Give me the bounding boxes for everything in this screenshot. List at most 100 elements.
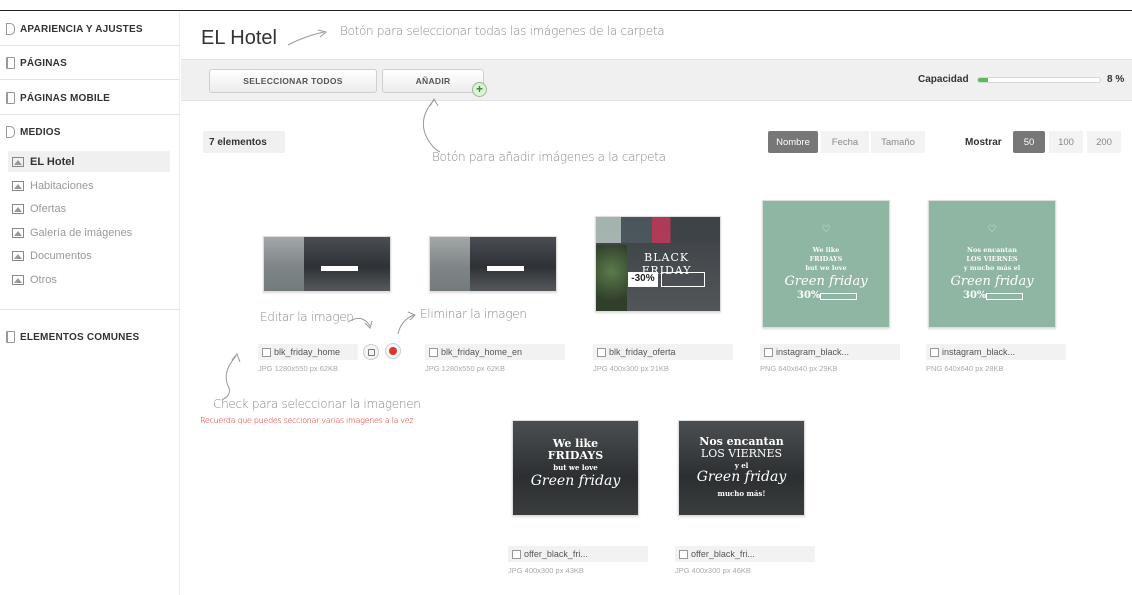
thumbnail-line: y mucho más el bbox=[963, 264, 1021, 272]
annotation-delete: Eliminar la imagen bbox=[420, 307, 527, 321]
thumbnail-script: Green friday bbox=[950, 274, 1034, 290]
offer-percent: -30% bbox=[628, 271, 658, 288]
file-meta: PNG 640x640 px 29KB bbox=[760, 364, 838, 373]
page-title: EL Hotel bbox=[201, 27, 277, 49]
select-checkbox[interactable] bbox=[512, 549, 521, 559]
sidebar: APARIENCIA Y AJUSTES PÁGINAS PÁGINAS MOB… bbox=[0, 11, 180, 595]
show-50[interactable]: 50 bbox=[1013, 131, 1045, 153]
annotation-edit: Editar la imagen bbox=[260, 310, 354, 324]
sidebar-item-documentos[interactable]: Documentos bbox=[8, 245, 170, 266]
media-manager: APARIENCIA Y AJUSTES PÁGINAS PÁGINAS MOB… bbox=[0, 0, 1132, 595]
image-thumbnail[interactable]: ♡ Nos encantan LOS VIERNES y mucho más e… bbox=[928, 200, 1056, 328]
image-folder-icon bbox=[12, 274, 24, 285]
file-label: offer_black_fri... bbox=[508, 546, 648, 562]
select-checkbox[interactable] bbox=[764, 347, 773, 357]
items-count: 7 elementos bbox=[203, 131, 285, 153]
image-folder-icon bbox=[12, 250, 24, 261]
image-folder-icon bbox=[12, 203, 24, 214]
sidebar-item-ofertas[interactable]: Ofertas bbox=[8, 198, 170, 219]
file-label: instagram_black... bbox=[926, 344, 1066, 360]
annotation-add: Botón para añadir imágenes a la carpeta bbox=[432, 150, 666, 164]
thumbnail-line: but we love bbox=[805, 264, 847, 272]
thumbnail-line: Nos encantan bbox=[967, 246, 1017, 255]
show-label: Mostrar bbox=[965, 137, 1002, 148]
thumbnail-line: We like bbox=[812, 246, 840, 255]
sort-by-size[interactable]: Tamaño bbox=[871, 131, 925, 153]
image-folder-icon bbox=[12, 156, 24, 167]
edit-icon bbox=[367, 348, 375, 356]
image-thumbnail[interactable]: BLACK FRIDAY -30% bbox=[595, 216, 721, 312]
sidebar-section-paginas-mobile[interactable]: PÁGINAS MOBILE bbox=[6, 92, 110, 104]
banner-band bbox=[320, 266, 359, 272]
capacity-label: Capacidad bbox=[918, 74, 969, 85]
common-elements-icon bbox=[6, 331, 15, 343]
toolbar: SELECCIONAR TODOS AÑADIR + Capacidad 8 % bbox=[181, 59, 1132, 101]
file-label: blk_friday_home_en bbox=[425, 344, 565, 360]
file-label: instagram_black... bbox=[760, 344, 900, 360]
select-all-button[interactable]: SELECCIONAR TODOS bbox=[209, 69, 377, 93]
divider bbox=[0, 79, 180, 80]
image-folder-icon bbox=[12, 180, 24, 191]
file-meta: JPG 400x300 px 43KB bbox=[508, 566, 584, 575]
file-meta: PNG 640x640 px 28KB bbox=[926, 364, 1004, 373]
sidebar-item-otros[interactable]: Otros bbox=[8, 269, 170, 290]
image-folder-icon bbox=[12, 227, 24, 238]
thumbnail-percent: 30% bbox=[797, 290, 821, 302]
brand-logo-icon: ♡ bbox=[821, 223, 831, 235]
offer-rect bbox=[819, 292, 858, 300]
image-thumbnail[interactable]: Nos encantan LOS VIERNES y el Green frid… bbox=[678, 420, 805, 516]
sidebar-item-galeria[interactable]: Galería de imágenes bbox=[8, 222, 170, 243]
sort-by-date[interactable]: Fecha bbox=[821, 131, 869, 153]
select-checkbox[interactable] bbox=[262, 347, 271, 357]
sidebar-section-medios[interactable]: MEDIOS bbox=[6, 126, 61, 138]
annotation-remember: Recuerda que puedes seccionar varias ima… bbox=[200, 416, 414, 425]
file-meta: JPG 1280x550 px 62KB bbox=[258, 364, 339, 373]
sidebar-section-elementos-comunes[interactable]: ELEMENTOS COMUNES bbox=[6, 331, 139, 343]
image-thumbnail[interactable] bbox=[429, 236, 557, 292]
show-200[interactable]: 200 bbox=[1087, 131, 1121, 153]
offer-line bbox=[660, 271, 706, 288]
annotation-check: Check para seleccionar la imagenen bbox=[213, 397, 421, 411]
capacity-bar bbox=[977, 77, 1101, 83]
thumbnail-line: LOS VIERNES bbox=[966, 255, 1018, 264]
image-thumbnail[interactable]: We like FRIDAYS but we love Green friday bbox=[512, 420, 639, 516]
delete-icon bbox=[389, 347, 397, 355]
brand-logo-icon: ♡ bbox=[987, 223, 997, 235]
sidebar-section-paginas[interactable]: PÁGINAS bbox=[6, 57, 67, 69]
sidebar-item-el-hotel[interactable]: EL Hotel bbox=[8, 151, 170, 172]
thumbnail-percent: 30% bbox=[963, 290, 987, 302]
add-plus-icon[interactable]: + bbox=[472, 82, 487, 97]
divider bbox=[0, 309, 180, 310]
mobile-icon bbox=[6, 92, 15, 104]
thumbnail-script: Green friday bbox=[696, 468, 787, 485]
file-meta: JPG 400x300 px 21KB bbox=[593, 364, 669, 373]
wall-stripes bbox=[596, 217, 720, 244]
file-label: blk_friday_oferta bbox=[593, 344, 733, 360]
thumbnail-line: but we love bbox=[553, 463, 598, 473]
sidebar-section-apariencia[interactable]: APARIENCIA Y AJUSTES bbox=[6, 23, 143, 35]
thumbnail-line: mucho más! bbox=[717, 488, 766, 498]
delete-image-button[interactable] bbox=[385, 343, 401, 359]
image-thumbnail[interactable] bbox=[263, 236, 391, 292]
divider bbox=[0, 45, 180, 46]
pages-icon bbox=[6, 57, 15, 69]
select-checkbox[interactable] bbox=[679, 549, 688, 559]
sort-by-name[interactable]: Nombre bbox=[768, 131, 818, 153]
capacity-bar-fill bbox=[978, 78, 988, 82]
show-100[interactable]: 100 bbox=[1049, 131, 1083, 153]
sidebar-item-habitaciones[interactable]: Habitaciones bbox=[8, 175, 170, 196]
image-thumbnail[interactable]: ♡ We like FRIDAYS but we love Green frid… bbox=[762, 200, 890, 328]
thumbnail-line: FRIDAYS bbox=[547, 449, 604, 463]
select-checkbox[interactable] bbox=[930, 347, 939, 357]
thumbnail-script: Green friday bbox=[530, 472, 621, 489]
thumbnail-line: Nos encantan bbox=[699, 435, 784, 449]
offer-box: -30% bbox=[628, 271, 706, 288]
section-icon bbox=[6, 23, 15, 35]
banner-band bbox=[486, 266, 525, 272]
offer-rect bbox=[985, 292, 1024, 300]
select-checkbox[interactable] bbox=[429, 347, 438, 357]
select-checkbox[interactable] bbox=[597, 347, 606, 357]
add-button[interactable]: AÑADIR bbox=[382, 69, 484, 93]
edit-image-button[interactable] bbox=[363, 344, 379, 360]
file-label: offer_black_fri... bbox=[675, 546, 815, 562]
